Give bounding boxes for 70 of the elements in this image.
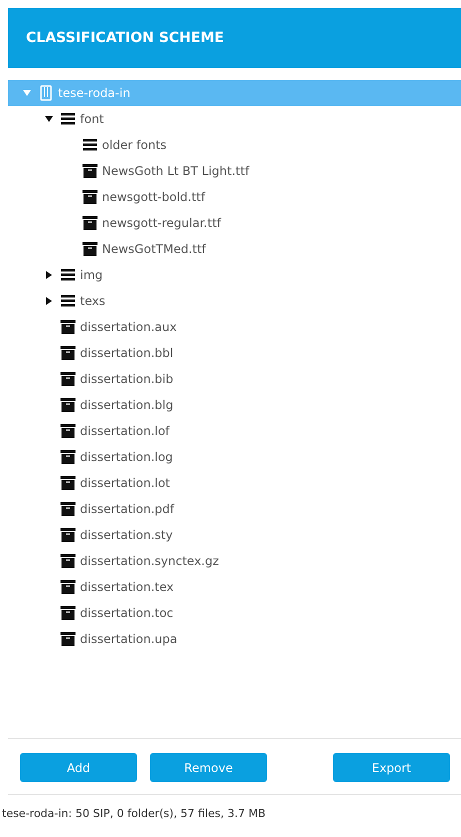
item-label: dissertation.sty bbox=[80, 528, 173, 542]
list-icon bbox=[82, 137, 98, 153]
item-label: dissertation.upa bbox=[80, 632, 178, 646]
tree-item[interactable]: older fonts bbox=[8, 132, 461, 158]
item-label: img bbox=[80, 268, 103, 282]
archive-box-icon bbox=[60, 449, 76, 465]
list-icon bbox=[60, 293, 76, 309]
collapsed-caret-icon[interactable] bbox=[44, 296, 54, 306]
archive-box-icon bbox=[60, 605, 76, 621]
tree-item[interactable]: dissertation.log bbox=[8, 444, 461, 470]
archive-box-icon bbox=[60, 397, 76, 413]
item-label: NewsGoth Lt BT Light.ttf bbox=[102, 164, 250, 178]
tree-item[interactable]: dissertation.bib bbox=[8, 366, 461, 392]
item-label: older fonts bbox=[102, 138, 167, 152]
archive-box-icon bbox=[60, 475, 76, 491]
device-icon bbox=[38, 85, 54, 101]
tree-item[interactable]: dissertation.bbl bbox=[8, 340, 461, 366]
list-icon bbox=[60, 111, 76, 127]
panel-title: CLASSIFICATION SCHEME bbox=[26, 30, 224, 46]
archive-box-icon bbox=[60, 553, 76, 569]
tree-item[interactable]: dissertation.upa bbox=[8, 626, 461, 652]
tree-item[interactable]: newsgott-bold.ttf bbox=[8, 184, 461, 210]
archive-box-icon bbox=[60, 319, 76, 335]
tree-item[interactable]: texs bbox=[8, 288, 461, 314]
tree-item[interactable]: dissertation.sty bbox=[8, 522, 461, 548]
tree-item[interactable]: font bbox=[8, 106, 461, 132]
archive-box-icon bbox=[82, 241, 98, 257]
item-label: dissertation.bib bbox=[80, 372, 174, 386]
item-label: newsgott-bold.ttf bbox=[102, 190, 206, 204]
item-label: dissertation.log bbox=[80, 450, 173, 464]
item-label: dissertation.toc bbox=[80, 606, 174, 620]
tree-item[interactable]: dissertation.blg bbox=[8, 392, 461, 418]
item-label: dissertation.blg bbox=[80, 398, 174, 412]
tree-item[interactable]: dissertation.lof bbox=[8, 418, 461, 444]
tree-item[interactable]: dissertation.tex bbox=[8, 574, 461, 600]
item-label: dissertation.tex bbox=[80, 580, 174, 594]
item-label: dissertation.lot bbox=[80, 476, 170, 490]
tree-item[interactable]: NewsGotTMed.ttf bbox=[8, 236, 461, 262]
tree-item[interactable]: dissertation.synctex.gz bbox=[8, 548, 461, 574]
tree-item[interactable]: img bbox=[8, 262, 461, 288]
item-label: dissertation.bbl bbox=[80, 346, 174, 360]
tree-item[interactable]: newsgott-regular.ttf bbox=[8, 210, 461, 236]
tree-item[interactable]: dissertation.aux bbox=[8, 314, 461, 340]
archive-box-icon bbox=[60, 371, 76, 387]
archive-box-icon bbox=[60, 345, 76, 361]
item-label: NewsGotTMed.ttf bbox=[102, 242, 206, 256]
archive-box-icon bbox=[60, 423, 76, 439]
item-label: font bbox=[80, 112, 104, 126]
archive-box-icon bbox=[82, 163, 98, 179]
archive-box-icon bbox=[60, 579, 76, 595]
item-label: tese-roda-in bbox=[58, 86, 130, 100]
item-label: texs bbox=[80, 294, 106, 308]
archive-box-icon bbox=[82, 215, 98, 231]
item-label: newsgott-regular.ttf bbox=[102, 216, 221, 230]
list-icon bbox=[60, 267, 76, 283]
tree-item[interactable]: dissertation.lot bbox=[8, 470, 461, 496]
item-label: dissertation.lof bbox=[80, 424, 170, 438]
archive-box-icon bbox=[60, 631, 76, 647]
archive-box-icon bbox=[60, 501, 76, 517]
item-label: dissertation.synctex.gz bbox=[80, 554, 219, 568]
tree-item[interactable]: dissertation.pdf bbox=[8, 496, 461, 522]
archive-box-icon bbox=[82, 189, 98, 205]
tree-item[interactable]: dissertation.toc bbox=[8, 600, 461, 626]
item-label: dissertation.aux bbox=[80, 320, 177, 334]
collapsed-caret-icon[interactable] bbox=[44, 270, 54, 280]
status-text: tese-roda-in: 50 SIP, 0 folder(s), 57 files, 3.7 MB bbox=[2, 806, 267, 822]
tree-item[interactable]: NewsGoth Lt BT Light.ttf bbox=[8, 158, 461, 184]
expanded-caret-icon[interactable] bbox=[44, 114, 54, 124]
item-label: dissertation.pdf bbox=[80, 502, 174, 516]
archive-box-icon bbox=[60, 527, 76, 543]
